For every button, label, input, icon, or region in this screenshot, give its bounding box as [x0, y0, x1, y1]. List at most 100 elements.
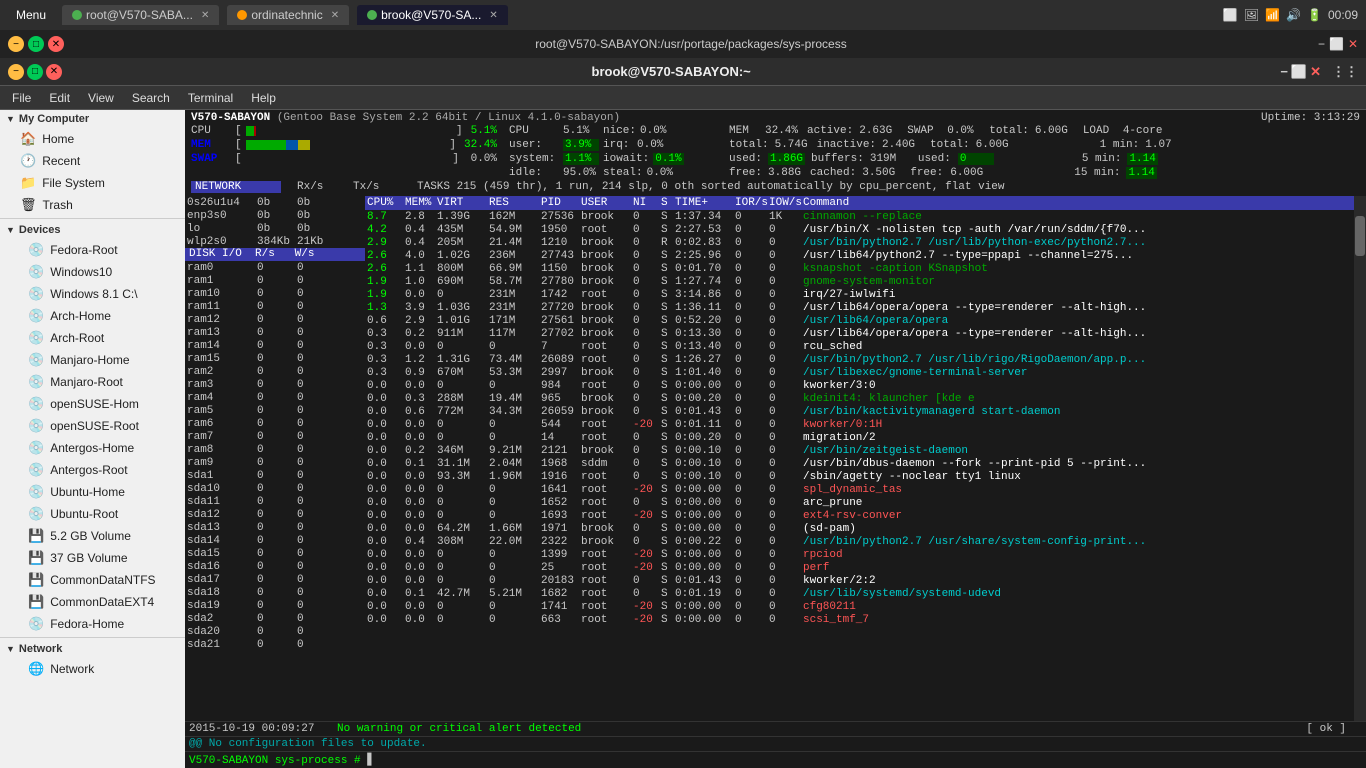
- image-icon[interactable]: 🖼: [1244, 8, 1259, 22]
- top-bar: Menu root@V570-SABA... ✕ ordinatechnic ✕…: [0, 0, 1366, 30]
- sidebar-item-arch-home[interactable]: 💿 Arch-Home: [0, 305, 185, 327]
- volume-icon[interactable]: 🔊: [1286, 8, 1301, 22]
- sidebar-item-37gb-volume[interactable]: 💾 37 GB Volume: [0, 547, 185, 569]
- sidebar-item-home[interactable]: 🏠 Home: [0, 128, 185, 150]
- table-row[interactable]: 0.0 0.0 64.2M 1.66M 1971 brook 0 S 0:00.…: [365, 522, 1354, 535]
- terminal[interactable]: V570-SABAYON (Gentoo Base System 2.2 64b…: [185, 110, 1366, 768]
- sidebar-devices-header[interactable]: ▼ Devices: [0, 221, 185, 239]
- table-row[interactable]: 0.3 0.9 670M 53.3M 2997 brook 0 S 1:01.4…: [365, 366, 1354, 379]
- tab-root[interactable]: root@V570-SABA... ✕: [62, 5, 219, 25]
- menu-edit[interactable]: Edit: [41, 89, 78, 107]
- screen-icon[interactable]: ⬜: [1223, 8, 1238, 22]
- table-row[interactable]: 0.0 0.0 0 0 1641 root -20 S 0:00.00 0 0 …: [365, 483, 1354, 496]
- win2-action3[interactable]: ✕: [1310, 64, 1321, 80]
- tab-close-root[interactable]: ✕: [201, 10, 209, 21]
- table-row[interactable]: 0.0 0.1 31.1M 2.04M 1968 sddm 0 S 0:00.1…: [365, 457, 1354, 470]
- sidebar-item-fedora-home[interactable]: 💿 Fedora-Home: [0, 613, 185, 635]
- win1-action1[interactable]: −: [1318, 37, 1325, 51]
- table-row[interactable]: 2.9 0.4 205M 21.4M 1210 brook 0 R 0:02.8…: [365, 236, 1354, 249]
- table-row[interactable]: 0.3 0.0 0 0 7 root 0 S 0:13.40 0 0 rcu_s…: [365, 340, 1354, 353]
- sidebar-mycomputer-header[interactable]: ▼ My Computer: [0, 110, 185, 128]
- win2-action4[interactable]: ⋮⋮: [1332, 64, 1358, 80]
- sidebar-item-filesystem[interactable]: 📁 File System: [0, 172, 185, 194]
- wifi-icon[interactable]: 📶: [1265, 8, 1280, 22]
- battery-icon[interactable]: 🔋: [1307, 8, 1322, 22]
- tab-close-brook[interactable]: ✕: [489, 10, 497, 21]
- sidebar-item-antergos-root[interactable]: 💿 Antergos-Root: [0, 459, 185, 481]
- tab-brook[interactable]: brook@V570-SA... ✕: [357, 5, 508, 25]
- scrollbar-thumb[interactable]: [1355, 216, 1365, 256]
- sidebar-item-trash[interactable]: 🗑 Trash: [0, 194, 185, 216]
- menu-terminal[interactable]: Terminal: [180, 89, 241, 107]
- table-row[interactable]: 0.6 2.9 1.01G 171M 27561 brook 0 S 0:52.…: [365, 314, 1354, 327]
- table-row[interactable]: 0.0 0.3 288M 19.4M 965 brook 0 S 0:00.20…: [365, 392, 1354, 405]
- table-row[interactable]: 4.2 0.4 435M 54.9M 1950 root 0 S 2:27.53…: [365, 223, 1354, 236]
- table-row[interactable]: 0.0 0.0 0 0 20183 root 0 S 0:01.43 0 0 k…: [365, 574, 1354, 587]
- sidebar-item-network[interactable]: 🌐 Network: [0, 658, 185, 680]
- scrollbar[interactable]: [1354, 196, 1366, 721]
- table-row[interactable]: 0.0 0.4 308M 22.0M 2322 brook 0 S 0:00.2…: [365, 535, 1354, 548]
- table-row[interactable]: 0.0 0.0 0 0 25 root -20 S 0:00.00 0 0 pe…: [365, 561, 1354, 574]
- ok-button[interactable]: [ ok ]: [1306, 723, 1346, 735]
- win2-action2[interactable]: ⬜: [1291, 64, 1307, 80]
- menu-search[interactable]: Search: [124, 89, 178, 107]
- win1-close[interactable]: ✕: [48, 36, 64, 52]
- table-row[interactable]: 0.0 0.0 0 0 1652 root 0 S 0:00.00 0 0 ar…: [365, 496, 1354, 509]
- status-notice: No warning or critical alert detected: [337, 723, 581, 735]
- table-row[interactable]: 0.0 0.6 772M 34.3M 26059 brook 0 S 0:01.…: [365, 405, 1354, 418]
- table-row[interactable]: 0.0 0.0 0 0 1399 root -20 S 0:00.00 0 0 …: [365, 548, 1354, 561]
- menu-file[interactable]: File: [4, 89, 39, 107]
- table-row[interactable]: 1.9 1.0 690M 58.7M 27780 brook 0 S 1:27.…: [365, 275, 1354, 288]
- sidebar-item-ubuntu-root[interactable]: 💿 Ubuntu-Root: [0, 503, 185, 525]
- table-row[interactable]: 0.0 0.1 42.7M 5.21M 1682 root 0 S 0:01.1…: [365, 587, 1354, 600]
- tab-ordinatechnic[interactable]: ordinatechnic ✕: [227, 5, 349, 25]
- prompt-hostname: V570-SABAYON sys-process #: [189, 755, 361, 767]
- menu-view[interactable]: View: [80, 89, 122, 107]
- sidebar-item-recent[interactable]: 🕐 Recent: [0, 150, 185, 172]
- win1-action3[interactable]: ✕: [1348, 37, 1358, 51]
- win2-max[interactable]: □: [27, 64, 43, 80]
- table-row[interactable]: 0.0 0.0 0 0 1693 root -20 S 0:00.00 0 0 …: [365, 509, 1354, 522]
- sidebar-network-header[interactable]: ▼ Network: [0, 640, 185, 658]
- win1-max[interactable]: □: [28, 36, 44, 52]
- sidebar-item-arch-root[interactable]: 💿 Arch-Root: [0, 327, 185, 349]
- menu-help[interactable]: Help: [243, 89, 284, 107]
- win2-action1[interactable]: −: [1280, 64, 1288, 80]
- table-row[interactable]: 0.0 0.0 0 0 544 root -20 S 0:01.11 0 0 k…: [365, 418, 1354, 431]
- sidebar-item-fedora-root[interactable]: 💿 Fedora-Root: [0, 239, 185, 261]
- sidebar-item-manjaro-root[interactable]: 💿 Manjaro-Root: [0, 371, 185, 393]
- table-row[interactable]: 0.0 0.2 346M 9.21M 2121 brook 0 S 0:00.1…: [365, 444, 1354, 457]
- cpu-progress: [246, 126, 452, 136]
- menu-label[interactable]: Menu: [8, 6, 54, 24]
- table-row[interactable]: 0.0 0.0 0 0 14 root 0 S 0:00.20 0 0 migr…: [365, 431, 1354, 444]
- tab-close-ordinatechnic[interactable]: ✕: [331, 10, 339, 21]
- sidebar-item-opensuse-root[interactable]: 💿 openSUSE-Root: [0, 415, 185, 437]
- table-row[interactable]: 0.0 0.0 0 0 663 root -20 S 0:00.00 0 0 s…: [365, 613, 1354, 626]
- sidebar-item-opensuse-hom[interactable]: 💿 openSUSE-Hom: [0, 393, 185, 415]
- sidebar-recent-label: Recent: [42, 154, 80, 168]
- sidebar-item-windows10[interactable]: 💿 Windows10: [0, 261, 185, 283]
- table-row[interactable]: 0.0 0.0 93.3M 1.96M 1916 root 0 S 0:00.1…: [365, 470, 1354, 483]
- sidebar-item-commondataext4[interactable]: 💾 CommonDataEXT4: [0, 591, 185, 613]
- table-row[interactable]: 0.0 0.0 0 0 1741 root -20 S 0:00.00 0 0 …: [365, 600, 1354, 613]
- bottom-bar: 2015-10-19 00:09:27 No warning or critic…: [185, 721, 1366, 736]
- sidebar-item-ubuntu-home[interactable]: 💿 Ubuntu-Home: [0, 481, 185, 503]
- sidebar-item-antergos-home[interactable]: 💿 Antergos-Home: [0, 437, 185, 459]
- table-row[interactable]: 0.3 0.2 911M 117M 27702 brook 0 S 0:13.3…: [365, 327, 1354, 340]
- table-row[interactable]: 1.9 0.0 0 231M 1742 root 0 S 3:14.86 0 0…: [365, 288, 1354, 301]
- win1-action2[interactable]: ⬜: [1329, 37, 1344, 51]
- table-row[interactable]: 0.3 1.2 1.31G 73.4M 26089 root 0 S 1:26.…: [365, 353, 1354, 366]
- table-row[interactable]: 1.3 3.9 1.03G 231M 27720 brook 0 S 1:36.…: [365, 301, 1354, 314]
- sidebar-item-manjaro-home[interactable]: 💿 Manjaro-Home: [0, 349, 185, 371]
- win2-min[interactable]: −: [8, 64, 24, 80]
- table-row[interactable]: 2.6 1.1 800M 66.9M 1150 brook 0 S 0:01.7…: [365, 262, 1354, 275]
- sidebar-device-17: Fedora-Home: [50, 617, 124, 631]
- table-row[interactable]: 8.7 2.8 1.39G 162M 27536 brook 0 S 1:37.…: [365, 210, 1354, 223]
- table-row[interactable]: 0.0 0.0 0 0 984 root 0 S 0:00.00 0 0 kwo…: [365, 379, 1354, 392]
- win1-min[interactable]: −: [8, 36, 24, 52]
- sidebar-item-commondatantfs[interactable]: 💾 CommonDataNTFS: [0, 569, 185, 591]
- table-row[interactable]: 2.6 4.0 1.02G 236M 27743 brook 0 S 2:25.…: [365, 249, 1354, 262]
- sidebar-item-windows81[interactable]: 💿 Windows 8.1 C:\: [0, 283, 185, 305]
- win2-close[interactable]: ✕: [46, 64, 62, 80]
- sidebar-item-5gb-volume[interactable]: 💾 5.2 GB Volume: [0, 525, 185, 547]
